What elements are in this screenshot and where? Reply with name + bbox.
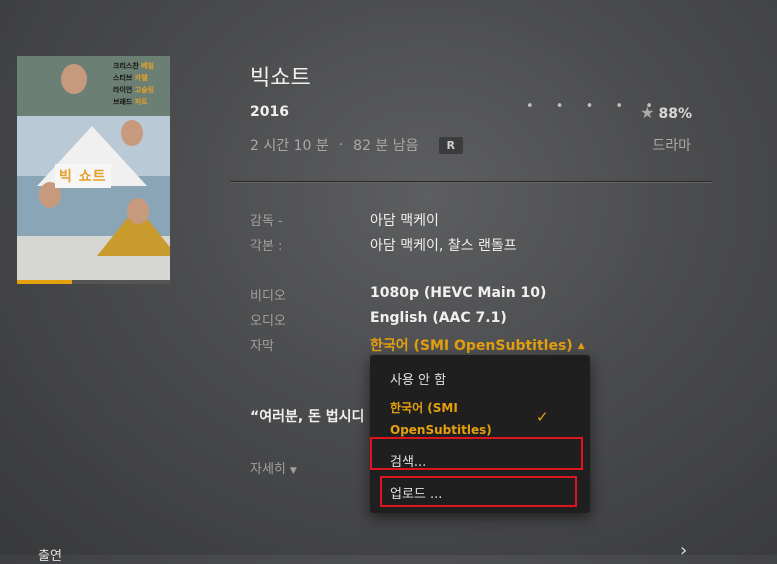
- check-icon: ✓: [536, 408, 549, 426]
- movie-poster[interactable]: 크리스찬 베일 스티브 카렐 라이언 고슬링 브래드 피트 빅 쇼트: [17, 56, 170, 284]
- subtitle-option-korean-line2: OpenSubtitles): [390, 423, 492, 437]
- poster-face: [127, 198, 149, 224]
- writer-value[interactable]: 아담 맥케이, 찰스 랜돌프: [370, 235, 517, 255]
- genre: 드라마: [652, 138, 691, 154]
- caret-up-icon: ▲: [577, 341, 585, 351]
- audio-label: 오디오: [250, 314, 286, 329]
- subtitle-option-korean[interactable]: 한국어 (SMI OpenSubtitles): [390, 397, 492, 441]
- poster-face: [61, 64, 87, 94]
- watch-progress-bar: [17, 280, 170, 284]
- watch-progress-fill: [17, 280, 73, 284]
- critic-rating: ★ 88%: [640, 103, 692, 122]
- tagline: “여러분, 돈 법시디: [250, 409, 365, 425]
- subtitle-selector[interactable]: 한국어 (SMI OpenSubtitles) ▲: [370, 335, 585, 355]
- writer-label: 각본 :: [250, 239, 283, 254]
- poster-cast-names: 크리스찬 베일 스티브 카렐 라이언 고슬링 브래드 피트: [113, 62, 155, 106]
- subtitle-label: 자막: [250, 339, 274, 354]
- star-icon: ★: [640, 103, 655, 122]
- subtitle-option-korean-line1: 한국어 (SMI: [390, 401, 458, 415]
- movie-year: 2016: [250, 104, 289, 120]
- chevron-right-icon[interactable]: ›: [680, 540, 687, 561]
- duration: 2 시간 10 분: [250, 138, 329, 154]
- subtitle-menu: 사용 안 함 한국어 (SMI OpenSubtitles) ✓ 검색... 업…: [370, 355, 590, 513]
- audio-value[interactable]: English (AAC 7.1): [370, 310, 507, 326]
- rating-value: 88%: [658, 106, 692, 122]
- more-label: 자세히: [250, 462, 286, 477]
- subtitle-search-option[interactable]: 검색...: [390, 451, 426, 470]
- meta-separator: ·: [338, 137, 344, 153]
- subtitle-value: 한국어 (SMI OpenSubtitles): [370, 338, 573, 354]
- movie-meta: 2 시간 10 분 · 82 분 남음 R: [250, 135, 464, 155]
- video-label: 비디오: [250, 289, 286, 304]
- content-rating-badge: R: [438, 136, 464, 154]
- header-divider: [230, 181, 712, 182]
- director-value[interactable]: 아담 맥케이: [370, 210, 439, 230]
- movie-title: 빅쇼트: [250, 66, 311, 91]
- caret-down-icon: ▼: [289, 466, 297, 476]
- poster-face: [121, 120, 143, 146]
- time-remaining: 82 분 남음: [353, 138, 419, 154]
- subtitle-option-none[interactable]: 사용 안 함: [390, 369, 446, 388]
- video-value: 1080p (HEVC Main 10): [370, 285, 547, 301]
- more-button[interactable]: 자세히 ▼: [250, 458, 297, 477]
- poster-title: 빅 쇼트: [55, 164, 111, 188]
- director-label: 감독 -: [250, 214, 283, 229]
- subtitle-upload-option[interactable]: 업로드 ...: [390, 483, 442, 502]
